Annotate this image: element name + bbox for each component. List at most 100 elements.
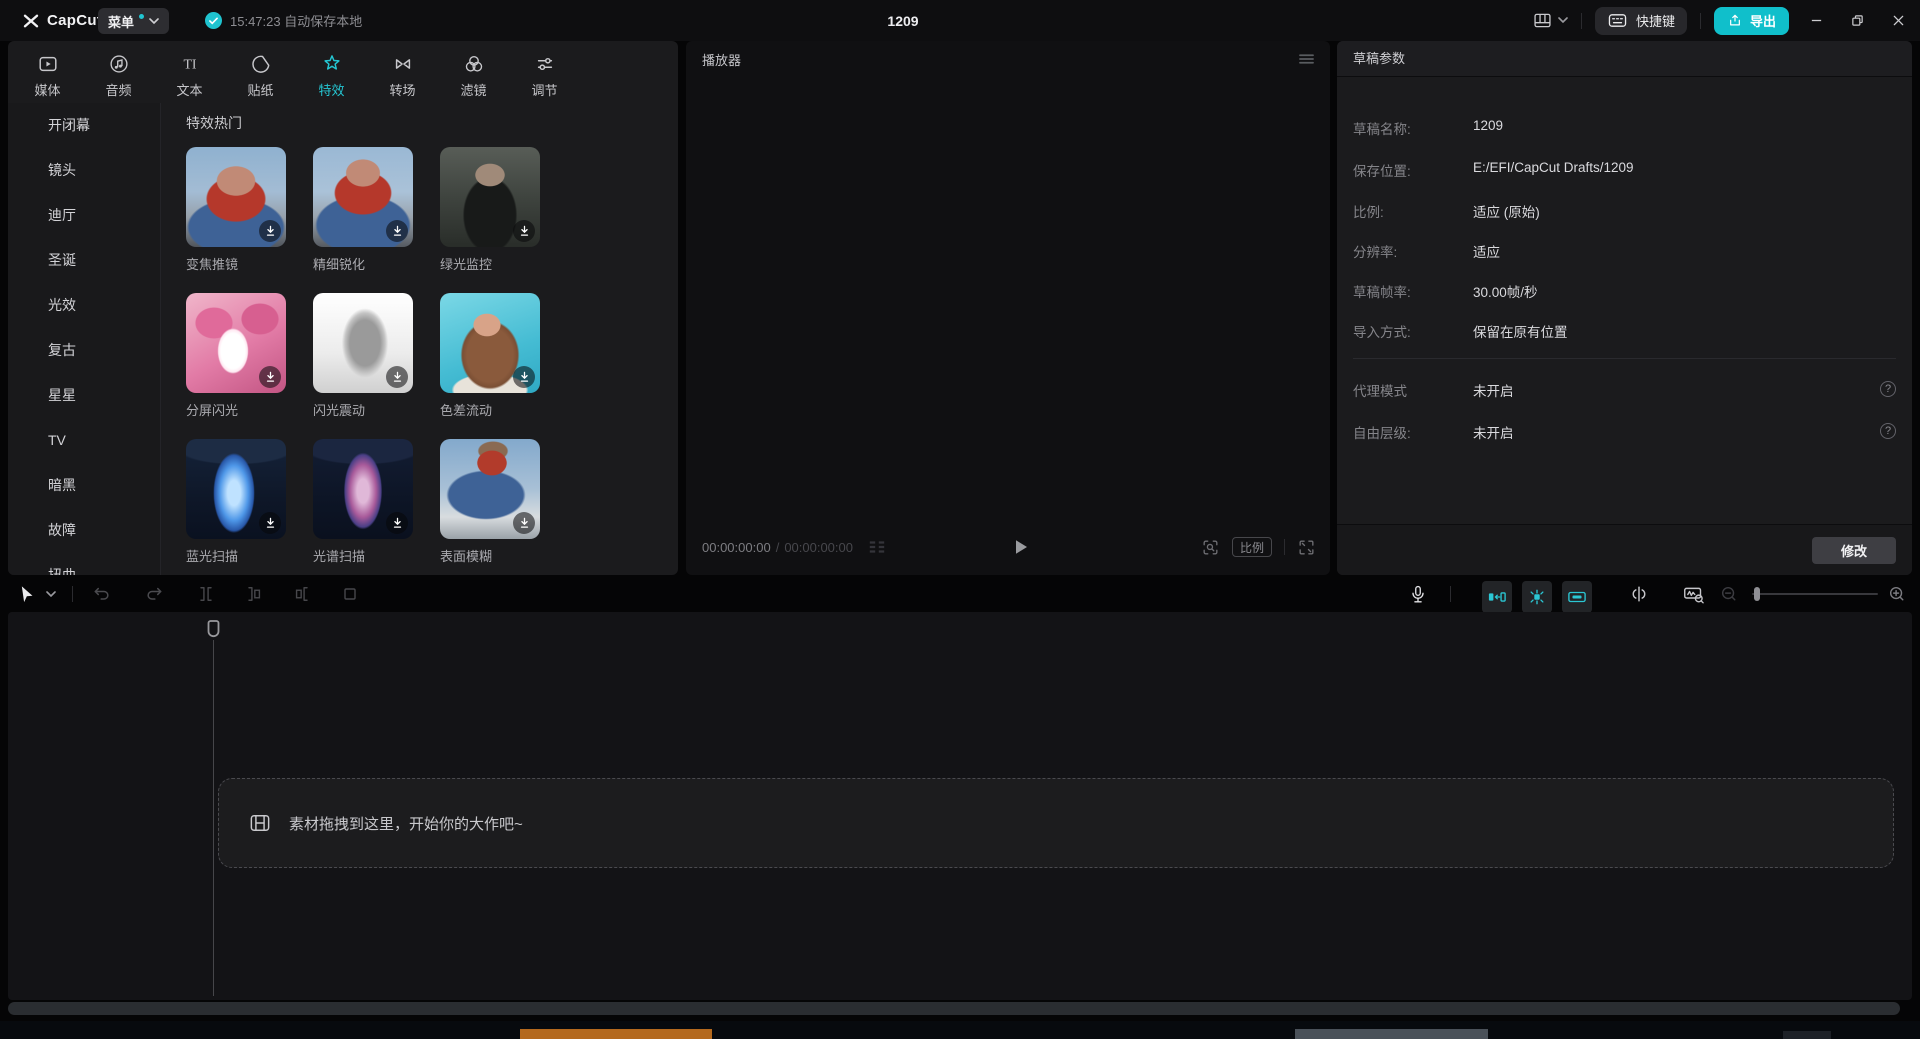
effect-card[interactable]: 精细锐化 [313, 147, 413, 273]
effect-card[interactable]: 表面模糊 [440, 439, 540, 565]
restore-button[interactable] [1843, 7, 1871, 35]
tab-audio[interactable]: 音频 [83, 48, 154, 103]
hamburger-menu-icon[interactable] [1299, 53, 1314, 65]
crop-icon[interactable] [340, 578, 360, 610]
effect-thumbnail[interactable] [313, 147, 413, 247]
category-item[interactable]: 暗黑 [8, 463, 160, 508]
trim-right-icon[interactable] [292, 578, 312, 610]
category-item[interactable]: TV [8, 418, 160, 463]
draft-row-value: 1209 [1473, 118, 1503, 133]
preview-axis-toggle[interactable] [1562, 581, 1592, 613]
focus-zoom-icon[interactable] [1201, 538, 1220, 557]
effect-thumbnail[interactable] [186, 439, 286, 539]
download-icon[interactable] [513, 220, 535, 242]
effect-card[interactable]: 光谱扫描 [313, 439, 413, 565]
split-icon[interactable] [196, 578, 216, 610]
undo-icon[interactable] [92, 578, 112, 610]
question-icon[interactable]: ? [1880, 381, 1896, 397]
playhead[interactable] [206, 620, 221, 641]
draft-row-label: 草稿帧率: [1353, 281, 1411, 301]
category-item[interactable]: 扭曲 [8, 553, 160, 575]
effect-card[interactable]: 分屏闪光 [186, 293, 286, 419]
question-icon[interactable]: ? [1880, 423, 1896, 439]
layout-switch-button[interactable] [1532, 10, 1568, 31]
draft-row: 草稿帧率: 30.00帧/秒 [1337, 281, 1912, 301]
effect-thumbnail[interactable] [186, 147, 286, 247]
effect-card[interactable]: 绿光监控 [440, 147, 540, 273]
effect-thumbnail[interactable] [440, 147, 540, 247]
effect-thumbnail[interactable] [313, 439, 413, 539]
tab-text[interactable]: TI 文本 [154, 48, 225, 103]
effect-thumbnail[interactable] [313, 293, 413, 393]
category-item[interactable]: 圣诞 [8, 238, 160, 283]
effect-card[interactable]: 色差流动 [440, 293, 540, 419]
tab-transition[interactable]: 转场 [367, 48, 438, 103]
download-icon[interactable] [386, 366, 408, 388]
download-icon[interactable] [259, 366, 281, 388]
play-button[interactable] [1006, 532, 1036, 562]
tab-media[interactable]: 媒体 [12, 48, 83, 103]
adapt-width-icon[interactable] [1628, 578, 1650, 610]
export-upload-icon [1727, 13, 1743, 29]
trim-left-icon[interactable] [244, 578, 264, 610]
ratio-button[interactable]: 比例 [1232, 537, 1272, 557]
effect-card[interactable]: 变焦推镜 [186, 147, 286, 273]
timeline-empty-hint: 素材拖拽到这里，开始你的大作吧~ [289, 813, 523, 834]
minimize-button[interactable] [1802, 7, 1830, 35]
category-item[interactable]: 星星 [8, 373, 160, 418]
effect-name: 蓝光扫描 [186, 546, 286, 565]
download-icon[interactable] [386, 512, 408, 534]
export-button[interactable]: 导出 [1714, 7, 1789, 35]
download-icon[interactable] [259, 512, 281, 534]
tool-dropdown-chevron-icon[interactable] [46, 578, 56, 610]
redo-icon[interactable] [144, 578, 164, 610]
category-item[interactable]: 复古 [8, 328, 160, 373]
category-item[interactable]: 镜头 [8, 148, 160, 193]
close-button[interactable] [1884, 7, 1912, 35]
modify-button[interactable]: 修改 [1812, 537, 1896, 564]
download-icon[interactable] [513, 366, 535, 388]
effect-thumbnail[interactable] [186, 293, 286, 393]
resource-panel: 媒体 音频 TI 文本 贴纸 特效 转场 [8, 41, 678, 575]
tab-adjust[interactable]: 调节 [509, 48, 580, 103]
effect-name: 精细锐化 [313, 254, 413, 273]
timeline-zoom-icon[interactable] [1682, 578, 1705, 610]
effect-thumbnail[interactable] [440, 293, 540, 393]
draft-row-value: 适应 [1473, 241, 1500, 261]
preview-quality-icon[interactable] [868, 539, 886, 555]
sticker-icon [250, 53, 272, 75]
timeline[interactable]: 素材拖拽到这里，开始你的大作吧~ [8, 612, 1912, 1000]
download-icon[interactable] [386, 220, 408, 242]
effect-thumbnail[interactable] [440, 439, 540, 539]
category-item[interactable]: 光效 [8, 283, 160, 328]
select-tool-icon[interactable] [18, 578, 35, 610]
linkage-toggle[interactable] [1522, 581, 1552, 613]
category-item[interactable]: 迪厅 [8, 193, 160, 238]
zoom-out-icon[interactable] [1720, 578, 1738, 610]
download-icon[interactable] [513, 512, 535, 534]
fullscreen-icon[interactable] [1297, 538, 1316, 557]
menu-label: 菜单 [108, 12, 134, 31]
effect-card[interactable]: 蓝光扫描 [186, 439, 286, 565]
effect-name: 闪光震动 [313, 400, 413, 419]
timeline-zoom-slider[interactable] [1752, 593, 1878, 595]
tab-sticker[interactable]: 贴纸 [225, 48, 296, 103]
proxy-mode-row: 代理模式 未开启 ? [1337, 380, 1912, 400]
tab-effects[interactable]: 特效 [296, 48, 367, 103]
tab-filter[interactable]: 滤镜 [438, 48, 509, 103]
timeline-zoom-slider-handle[interactable] [1754, 587, 1760, 601]
category-item[interactable]: 开闭幕 [8, 103, 160, 148]
effect-card[interactable]: 闪光震动 [313, 293, 413, 419]
menu-button[interactable]: 菜单 [98, 8, 169, 34]
timeline-toolbar [0, 578, 1920, 610]
record-audio-icon[interactable] [1408, 578, 1428, 610]
adjust-sliders-icon [534, 53, 556, 75]
horizontal-scrollbar[interactable] [8, 1002, 1900, 1015]
download-icon[interactable] [259, 220, 281, 242]
category-item[interactable]: 故障 [8, 508, 160, 553]
timeline-drop-zone[interactable]: 素材拖拽到这里，开始你的大作吧~ [218, 778, 1894, 868]
snap-toggle[interactable] [1482, 581, 1512, 613]
zoom-in-icon[interactable] [1888, 578, 1906, 610]
time-separator: / [776, 540, 780, 555]
shortcuts-button[interactable]: 快捷键 [1595, 7, 1687, 35]
